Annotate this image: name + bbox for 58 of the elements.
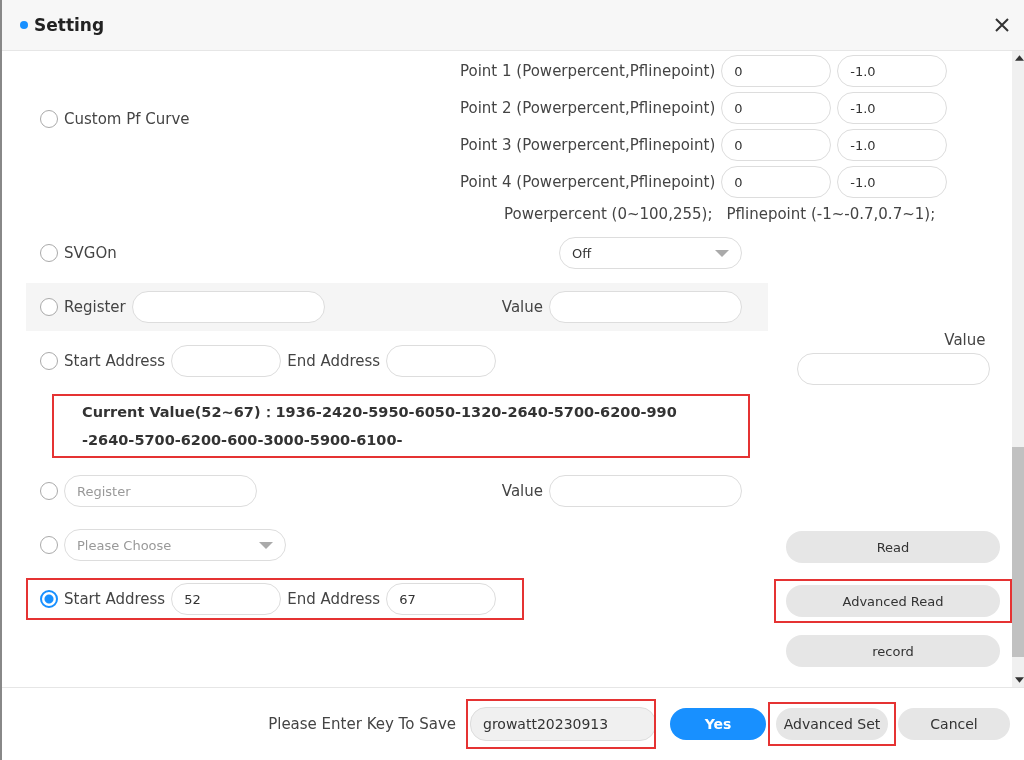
scroll-thumb[interactable] xyxy=(1012,447,1024,657)
input-field[interactable] xyxy=(549,291,742,323)
input-field[interactable] xyxy=(549,475,742,507)
input-field[interactable]: 0 xyxy=(721,129,832,161)
option-label: End Address xyxy=(287,352,381,370)
close-icon[interactable] xyxy=(994,17,1010,33)
scroll-down-icon[interactable] xyxy=(1014,677,1024,683)
key-prompt: Please Enter Key To Save xyxy=(268,715,456,733)
input-field[interactable]: -1.0 xyxy=(837,55,948,87)
footer-button[interactable]: Cancel xyxy=(898,708,1010,740)
option-label: Start Address xyxy=(64,590,166,608)
title-dot-icon xyxy=(20,21,28,29)
input-field[interactable] xyxy=(131,291,325,323)
option-label: Custom Pf Curve xyxy=(64,110,190,128)
input-field[interactable]: -1.0 xyxy=(837,92,948,124)
point-label: Point 4 (Powerpercent,Pflinepoint) xyxy=(460,173,716,191)
option-label: Start Address xyxy=(64,352,166,370)
input-field[interactable]: 0 xyxy=(721,55,832,87)
key-field[interactable]: growatt20230913 xyxy=(470,707,656,741)
input-field[interactable] xyxy=(796,353,990,385)
point-label: Point 3 (Powerpercent,Pflinepoint) xyxy=(460,136,716,154)
read-button[interactable]: Read xyxy=(786,531,1000,563)
value-label: Value xyxy=(944,331,986,349)
input-field[interactable]: -1.0 xyxy=(837,129,948,161)
read-button[interactable]: record xyxy=(786,635,1000,667)
window-title: Setting xyxy=(34,15,106,35)
input-field[interactable]: 0 xyxy=(721,92,832,124)
input-field[interactable]: 67 xyxy=(386,583,497,615)
dropdown[interactable]: Off xyxy=(559,237,742,269)
radio-button[interactable] xyxy=(40,298,58,316)
value-label: Value xyxy=(501,482,543,500)
option-label: End Address xyxy=(287,590,381,608)
radio-button[interactable] xyxy=(40,482,58,500)
radio-button[interactable] xyxy=(40,352,58,370)
input-field[interactable] xyxy=(171,345,282,377)
caret-icon xyxy=(259,541,273,549)
read-button[interactable]: Advanced Read xyxy=(786,585,1000,617)
range-note: Pflinepoint (-1~-0.7,0.7~1); xyxy=(726,205,936,223)
current-value-text: -2640-5700-6200-600-3000-5900-6100- xyxy=(82,431,404,450)
radio-button[interactable] xyxy=(40,110,58,128)
point-label: Point 2 (Powerpercent,Pflinepoint) xyxy=(460,99,716,117)
input-field[interactable] xyxy=(386,345,497,377)
radio-button[interactable] xyxy=(40,536,58,554)
caret-icon xyxy=(715,249,729,257)
radio-button[interactable] xyxy=(40,244,58,262)
option-label: SVGOn xyxy=(64,244,117,262)
current-value-text: Current Value(52~67)：1936-2420-5950-6050-1320-2640-5700-6200-990 xyxy=(82,403,678,422)
scrollbar[interactable] xyxy=(1012,51,1024,687)
option-label: Register xyxy=(64,298,126,316)
value-label: Value xyxy=(501,298,543,316)
radio-button[interactable] xyxy=(40,590,58,608)
point-label: Point 1 (Powerpercent,Pflinepoint) xyxy=(460,62,716,80)
input-field[interactable]: 52 xyxy=(171,583,282,615)
range-note: Powerpercent (0~100,255); xyxy=(504,205,713,223)
input-field[interactable]: -1.0 xyxy=(837,166,948,198)
footer-button[interactable]: Advanced Set xyxy=(776,708,888,740)
input-field[interactable]: 0 xyxy=(721,166,832,198)
scroll-up-icon[interactable] xyxy=(1014,55,1024,61)
